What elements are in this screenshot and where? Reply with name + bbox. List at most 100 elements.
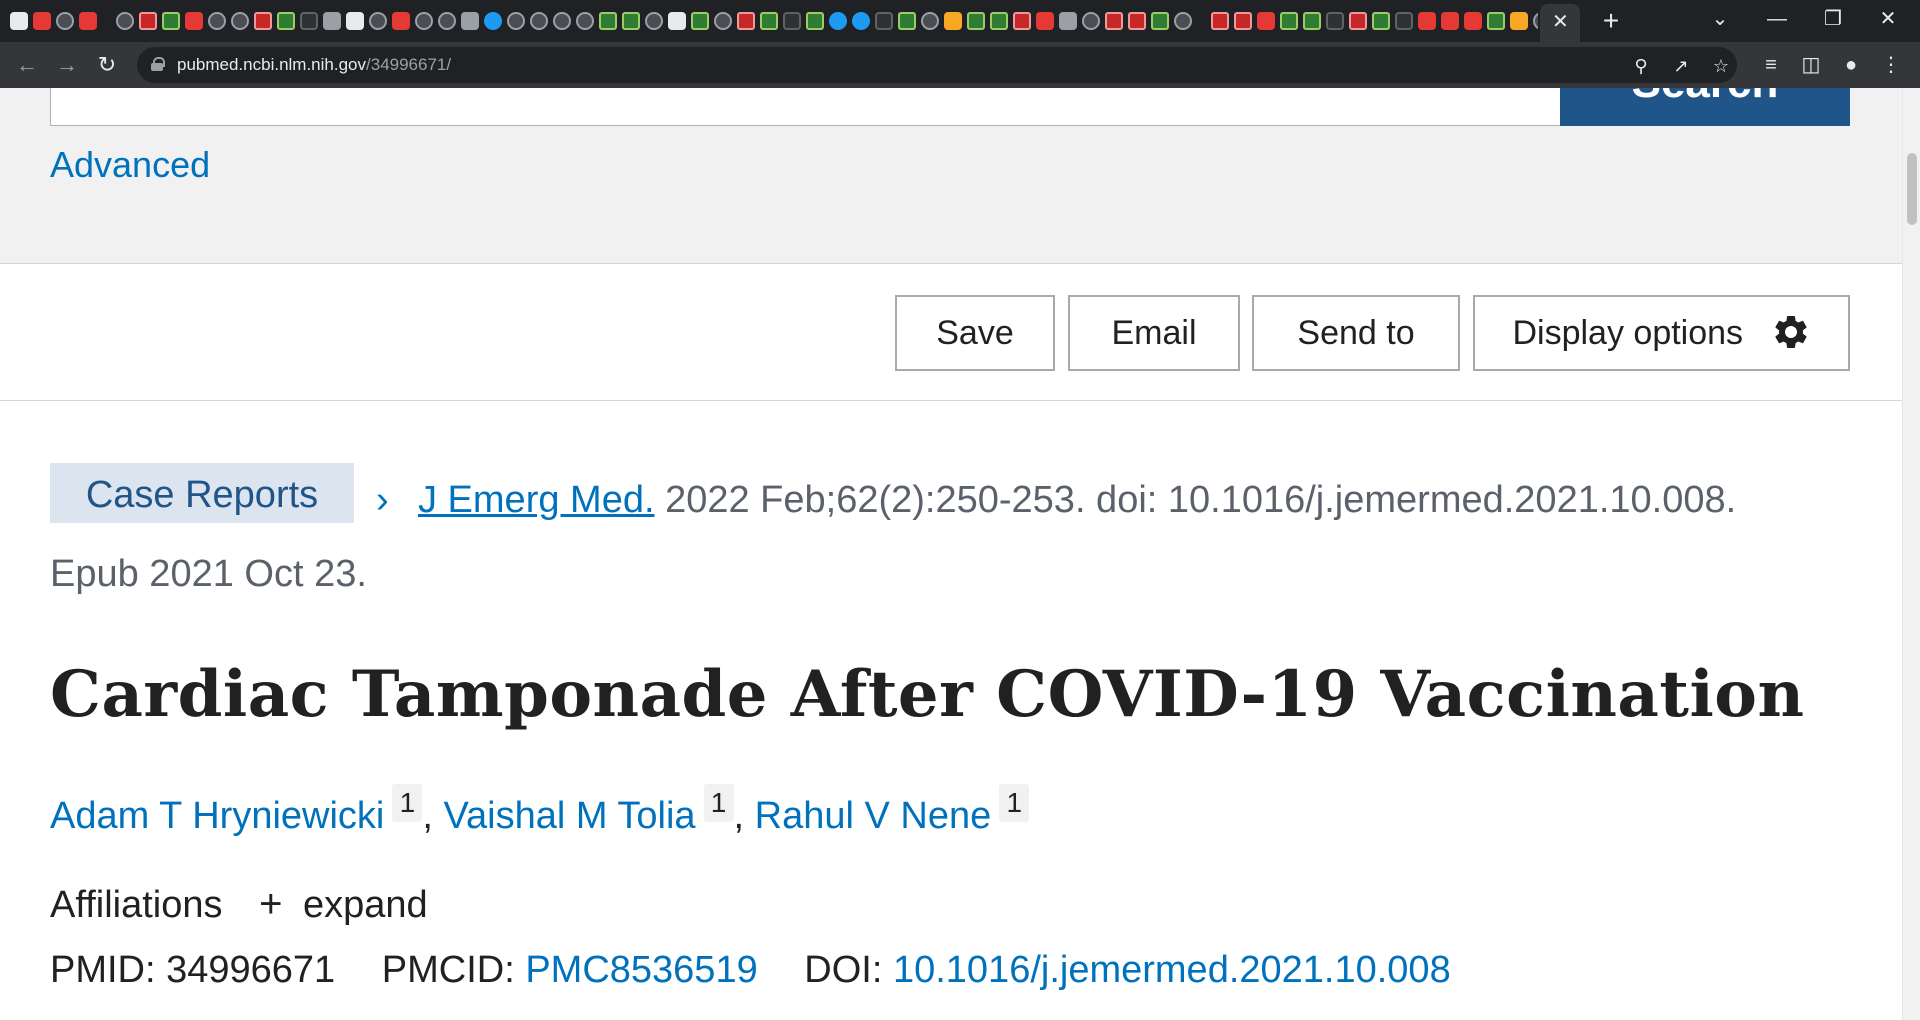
affiliation-number[interactable]: 1 — [392, 784, 423, 822]
tab-favicon[interactable] — [1326, 12, 1344, 30]
affiliation-number[interactable]: 1 — [999, 784, 1030, 822]
bookmark-star-icon[interactable]: ☆ — [1709, 54, 1733, 78]
tab-favicon[interactable] — [1418, 12, 1436, 30]
tab-favicon[interactable] — [208, 12, 226, 30]
tab-favicon[interactable] — [622, 12, 640, 30]
email-button[interactable]: Email — [1068, 295, 1240, 371]
tab-favicon[interactable] — [1533, 12, 1538, 30]
tab-favicon[interactable] — [576, 12, 594, 30]
tab-favicon[interactable] — [691, 12, 709, 30]
tab-favicon[interactable] — [1349, 12, 1367, 30]
zoom-icon[interactable]: ⚲ — [1629, 54, 1653, 78]
tab-favicon[interactable] — [1234, 12, 1252, 30]
tab-favicon[interactable] — [898, 12, 916, 30]
journal-link[interactable]: J Emerg Med. — [418, 479, 655, 521]
expand-label[interactable]: expand — [303, 884, 428, 926]
tab-favicon[interactable] — [1487, 12, 1505, 30]
tab-favicon[interactable] — [461, 12, 479, 30]
tab-favicon[interactable] — [806, 12, 824, 30]
close-window-button[interactable]: ✕ — [1868, 4, 1908, 34]
close-tab-icon[interactable]: ✕ — [1552, 10, 1569, 34]
tab-favicon[interactable] — [507, 12, 525, 30]
tab-favicon[interactable] — [323, 12, 341, 30]
share-icon[interactable]: ↗ — [1669, 54, 1693, 78]
url-text[interactable]: pubmed.ncbi.nlm.nih.gov/34996671/ — [177, 55, 451, 75]
tab-favicon[interactable] — [1174, 12, 1192, 30]
author-link[interactable]: Rahul V Nene — [755, 795, 992, 837]
author-link[interactable]: Adam T Hryniewicki — [50, 795, 384, 837]
reload-icon[interactable]: ↻ — [92, 50, 122, 80]
tab-favicon[interactable] — [415, 12, 433, 30]
tab-favicon[interactable] — [1464, 12, 1482, 30]
tab-favicon[interactable] — [921, 12, 939, 30]
tab-favicon[interactable] — [990, 12, 1008, 30]
tab-favicon[interactable] — [162, 12, 180, 30]
tab-favicon[interactable] — [79, 12, 97, 30]
tab-favicon[interactable] — [369, 12, 387, 30]
lock-icon[interactable] — [151, 57, 165, 71]
tab-favicon[interactable] — [944, 12, 962, 30]
tab-favicon[interactable] — [783, 12, 801, 30]
address-bar[interactable]: pubmed.ncbi.nlm.nih.gov/34996671/ ⚲ ↗ ☆ — [137, 47, 1737, 83]
tab-favicon[interactable] — [1105, 12, 1123, 30]
tab-favicon[interactable] — [10, 12, 28, 30]
tab-favicon[interactable] — [1510, 12, 1528, 30]
tab-favicon[interactable] — [254, 12, 272, 30]
tab-favicon[interactable] — [300, 12, 318, 30]
scrollbar-thumb[interactable] — [1907, 153, 1917, 225]
affiliations-toggle[interactable]: Affiliations + expand — [50, 882, 1850, 927]
tab-favicon[interactable] — [1395, 12, 1413, 30]
tab-favicon[interactable] — [231, 12, 249, 30]
tab-favicon[interactable] — [438, 12, 456, 30]
tab-favicon[interactable] — [56, 12, 74, 30]
menu-icon[interactable]: ⋮ — [1878, 52, 1904, 78]
tab-favicon[interactable] — [392, 12, 410, 30]
tab-favicon[interactable] — [33, 12, 51, 30]
tab-favicon[interactable] — [737, 12, 755, 30]
tab-favicon[interactable] — [1280, 12, 1298, 30]
pmcid-link[interactable]: PMC8536519 — [525, 949, 757, 991]
plus-icon[interactable]: + — [259, 882, 282, 926]
tab-favicon[interactable] — [1372, 12, 1390, 30]
tab-favicon[interactable] — [875, 12, 893, 30]
tab-favicon[interactable] — [185, 12, 203, 30]
forward-icon[interactable]: → — [52, 50, 82, 80]
tab-favicon[interactable] — [346, 12, 364, 30]
tab-favicon[interactable] — [1303, 12, 1321, 30]
tab-favicon[interactable] — [1151, 12, 1169, 30]
tab-favicon[interactable] — [645, 12, 663, 30]
advanced-search-link[interactable]: Advanced — [50, 144, 210, 186]
tab-favicon[interactable] — [668, 12, 686, 30]
save-button[interactable]: Save — [895, 295, 1055, 371]
side-panel-icon[interactable]: ◫ — [1798, 52, 1824, 78]
reading-list-icon[interactable]: ≡ — [1758, 52, 1784, 78]
tab-favicon[interactable] — [714, 12, 732, 30]
tab-favicon[interactable] — [599, 12, 617, 30]
display-options-button[interactable]: Display options — [1473, 295, 1850, 371]
tab-favicon[interactable] — [1059, 12, 1077, 30]
send-to-button[interactable]: Send to — [1252, 295, 1460, 371]
tab-favicon[interactable] — [1211, 12, 1229, 30]
tab-favicon[interactable] — [829, 12, 847, 30]
tab-favicon[interactable] — [1082, 12, 1100, 30]
tab-favicon[interactable] — [484, 12, 502, 30]
tab-favicon[interactable] — [1036, 12, 1054, 30]
restore-button[interactable]: ❐ — [1813, 4, 1853, 34]
author-link[interactable]: Vaishal M Tolia — [443, 795, 695, 837]
doi-link[interactable]: 10.1016/j.jemermed.2021.10.008 — [893, 949, 1451, 991]
tab-favicon[interactable] — [1257, 12, 1275, 30]
page-scrollbar[interactable] — [1902, 88, 1920, 1020]
tab-favicon[interactable] — [760, 12, 778, 30]
tab-favicon[interactable] — [553, 12, 571, 30]
search-button[interactable]: Search — [1560, 88, 1850, 126]
minimize-button[interactable]: — — [1757, 4, 1797, 34]
affiliation-number[interactable]: 1 — [703, 784, 734, 822]
tab-favicon[interactable] — [852, 12, 870, 30]
tab-favicon[interactable] — [1128, 12, 1146, 30]
tab-favicon[interactable] — [967, 12, 985, 30]
tab-favicon[interactable] — [1013, 12, 1031, 30]
tab-favicon[interactable] — [116, 12, 134, 30]
profile-icon[interactable]: ● — [1838, 52, 1864, 78]
back-icon[interactable]: ← — [12, 50, 42, 80]
tab-favicon[interactable] — [139, 12, 157, 30]
